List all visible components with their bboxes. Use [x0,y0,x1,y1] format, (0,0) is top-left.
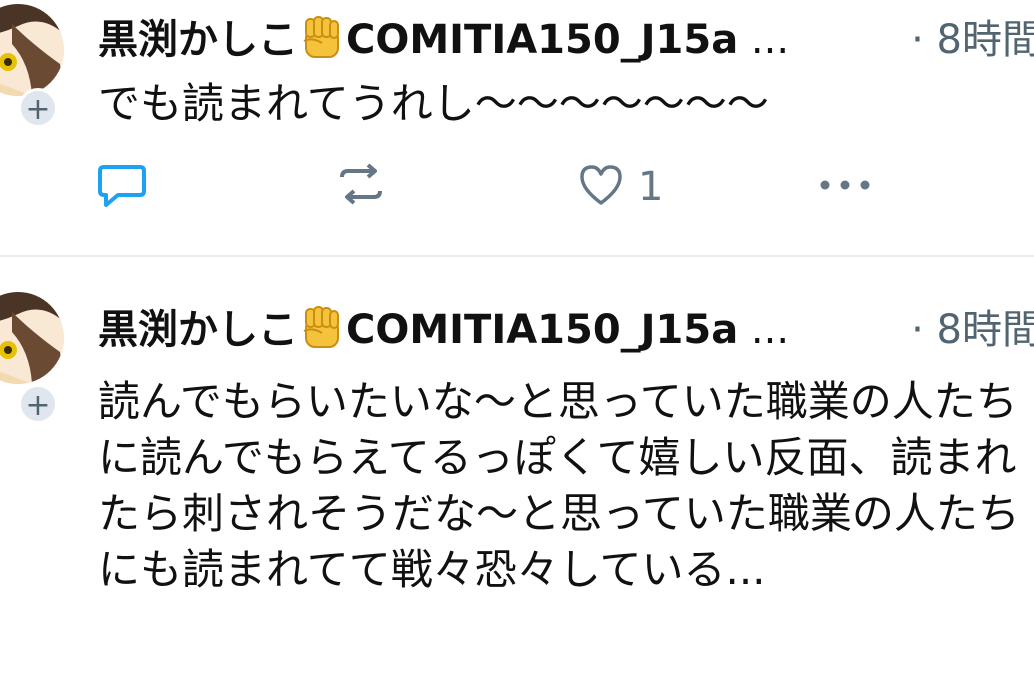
raised-fist-emoji [300,15,344,70]
truncation-ellipsis: ... [738,17,790,63]
avatar[interactable] [0,4,64,96]
tweet-divider [0,255,1034,257]
heart-icon [578,163,624,211]
tweet[interactable]: + 黒渕かしこ COMITIA150_J15a ... · 8時間 でも読まれて… [0,0,1034,255]
avatar[interactable] [0,292,64,384]
retweet-button[interactable] [336,162,386,212]
reply-icon [96,161,148,213]
follow-plus-icon[interactable]: + [18,384,58,424]
more-button[interactable] [818,162,872,212]
tweet-text: でも読まれてうれし〜〜〜〜〜〜〜 [98,79,769,128]
like-button[interactable]: 1 [578,162,663,212]
tweet-header: 黒渕かしこ COMITIA150_J15a ... · 8時間 [98,300,1034,360]
tweet-header: 黒渕かしこ COMITIA150_J15a ... · 8時間 [98,10,1034,70]
tweet-actions: 1 [0,162,1034,212]
more-icon [818,175,872,199]
like-count: 1 [638,164,664,210]
follow-plus-icon[interactable]: + [18,88,58,128]
tweet-text: 読んでもらいたいな〜と思っていた職業の人たちに読んでもらえてるっぽくて嬉しい反面… [98,377,1020,594]
author-handle[interactable]: COMITIA150_J15a [346,17,738,63]
tweet-time[interactable]: · 8時間 [897,10,1034,70]
author-handle[interactable]: COMITIA150_J15a [346,307,738,353]
retweet-icon [336,161,386,213]
author-name[interactable]: 黒渕かしこ [98,307,298,353]
reply-button[interactable] [96,162,148,212]
raised-fist-emoji [300,305,344,360]
truncation-ellipsis: ... [738,307,790,353]
tweet-time[interactable]: · 8時間 [897,300,1034,360]
author-name[interactable]: 黒渕かしこ [98,17,298,63]
